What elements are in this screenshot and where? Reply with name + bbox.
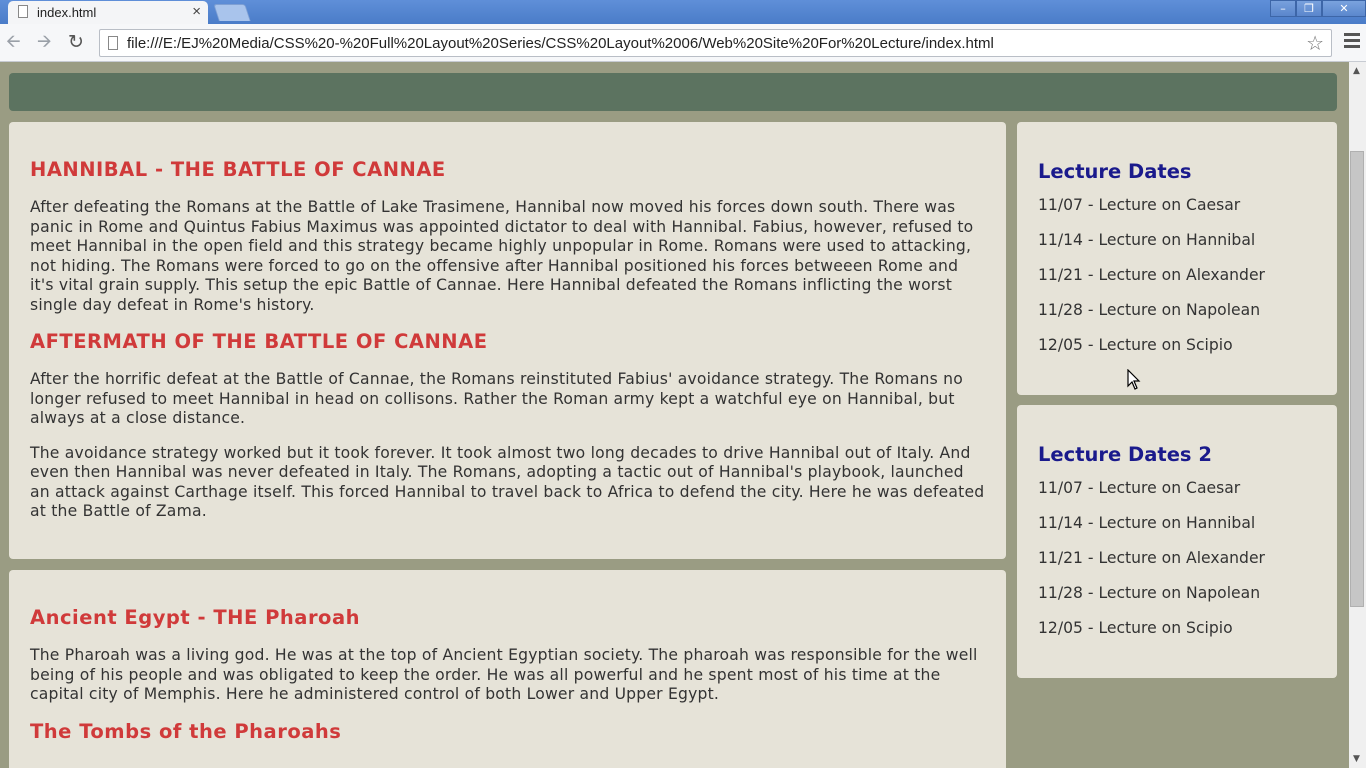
page-viewport: HANNIBAL - THE BATTLE OF CANNAE After de… <box>0 62 1349 768</box>
lecture-item: 11/07 - Lecture on Caesar <box>1038 196 1241 214</box>
minimize-icon[interactable]: – <box>1270 0 1296 17</box>
lecture-item: 11/28 - Lecture on Napolean <box>1038 301 1261 319</box>
article-paragraph: The Pharoah was a living god. He was at … <box>30 646 978 703</box>
lecture-item: 11/21 - Lecture on Alexander <box>1038 266 1265 284</box>
close-tab-icon[interactable]: × <box>192 3 201 20</box>
vertical-scrollbar[interactable]: ▲ ▼ <box>1349 62 1366 768</box>
new-tab-button[interactable] <box>213 4 251 21</box>
sidebar-lecture-dates: Lecture Dates 11/07 - Lecture on Caesar … <box>1017 122 1337 395</box>
menu-icon[interactable] <box>1344 33 1360 51</box>
sidebar-heading: Lecture Dates 2 <box>1038 443 1212 466</box>
scroll-up-icon[interactable]: ▲ <box>1353 66 1360 76</box>
scroll-down-icon[interactable]: ▼ <box>1353 754 1360 764</box>
page-icon <box>108 36 118 50</box>
mouse-cursor-icon <box>1127 369 1141 390</box>
reload-icon[interactable]: ↻ <box>68 32 84 52</box>
lecture-item: 11/14 - Lecture on Hannibal <box>1038 514 1256 532</box>
browser-tab[interactable]: index.html × <box>8 1 208 24</box>
article-heading: AFTERMATH OF THE BATTLE OF CANNAE <box>30 330 488 353</box>
article-heading: HANNIBAL - THE BATTLE OF CANNAE <box>30 158 446 181</box>
article-heading: Ancient Egypt - THE Pharoah <box>30 606 360 629</box>
article-panel-rome: HANNIBAL - THE BATTLE OF CANNAE After de… <box>9 122 1006 559</box>
article-heading: The Tombs of the Pharoahs <box>30 719 342 743</box>
lecture-item: 12/05 - Lecture on Scipio <box>1038 336 1233 354</box>
lecture-item: 12/05 - Lecture on Scipio <box>1038 619 1233 637</box>
article-paragraph: After defeating the Romans at the Battle… <box>30 198 974 314</box>
close-window-icon[interactable]: ✕ <box>1322 0 1366 17</box>
lecture-item: 11/07 - Lecture on Caesar <box>1038 479 1241 497</box>
bookmark-star-icon[interactable]: ☆ <box>1306 31 1324 55</box>
restore-icon[interactable]: ❐ <box>1296 0 1322 17</box>
address-bar[interactable]: file:///E:/EJ%20Media/CSS%20-%20Full%20L… <box>99 29 1332 57</box>
browser-titlebar: index.html × – ❐ ✕ <box>0 0 1366 24</box>
sidebar-lecture-dates-2: Lecture Dates 2 11/07 - Lecture on Caesa… <box>1017 405 1337 678</box>
lecture-item: 11/21 - Lecture on Alexander <box>1038 549 1265 567</box>
article-panel-egypt: Ancient Egypt - THE Pharoah The Pharoah … <box>9 570 1006 768</box>
page-icon <box>18 5 28 18</box>
lecture-item: 11/28 - Lecture on Napolean <box>1038 584 1261 602</box>
browser-toolbar: 🡨 🡪 ↻ file:///E:/EJ%20Media/CSS%20-%20Fu… <box>0 24 1366 62</box>
window-controls: – ❐ ✕ <box>1270 0 1366 18</box>
lecture-item: 11/14 - Lecture on Hannibal <box>1038 231 1256 249</box>
article-paragraph: After the horrific defeat at the Battle … <box>30 370 963 427</box>
back-arrow-icon[interactable]: 🡨 <box>6 32 21 52</box>
url-text[interactable]: file:///E:/EJ%20Media/CSS%20-%20Full%20L… <box>127 35 994 52</box>
article-paragraph: The avoidance strategy worked but it too… <box>30 443 985 521</box>
scroll-thumb[interactable] <box>1350 151 1364 607</box>
forward-arrow-icon[interactable]: 🡪 <box>37 32 52 52</box>
tab-title: index.html <box>37 5 97 20</box>
sidebar-heading: Lecture Dates <box>1038 160 1192 183</box>
site-header <box>9 73 1337 111</box>
